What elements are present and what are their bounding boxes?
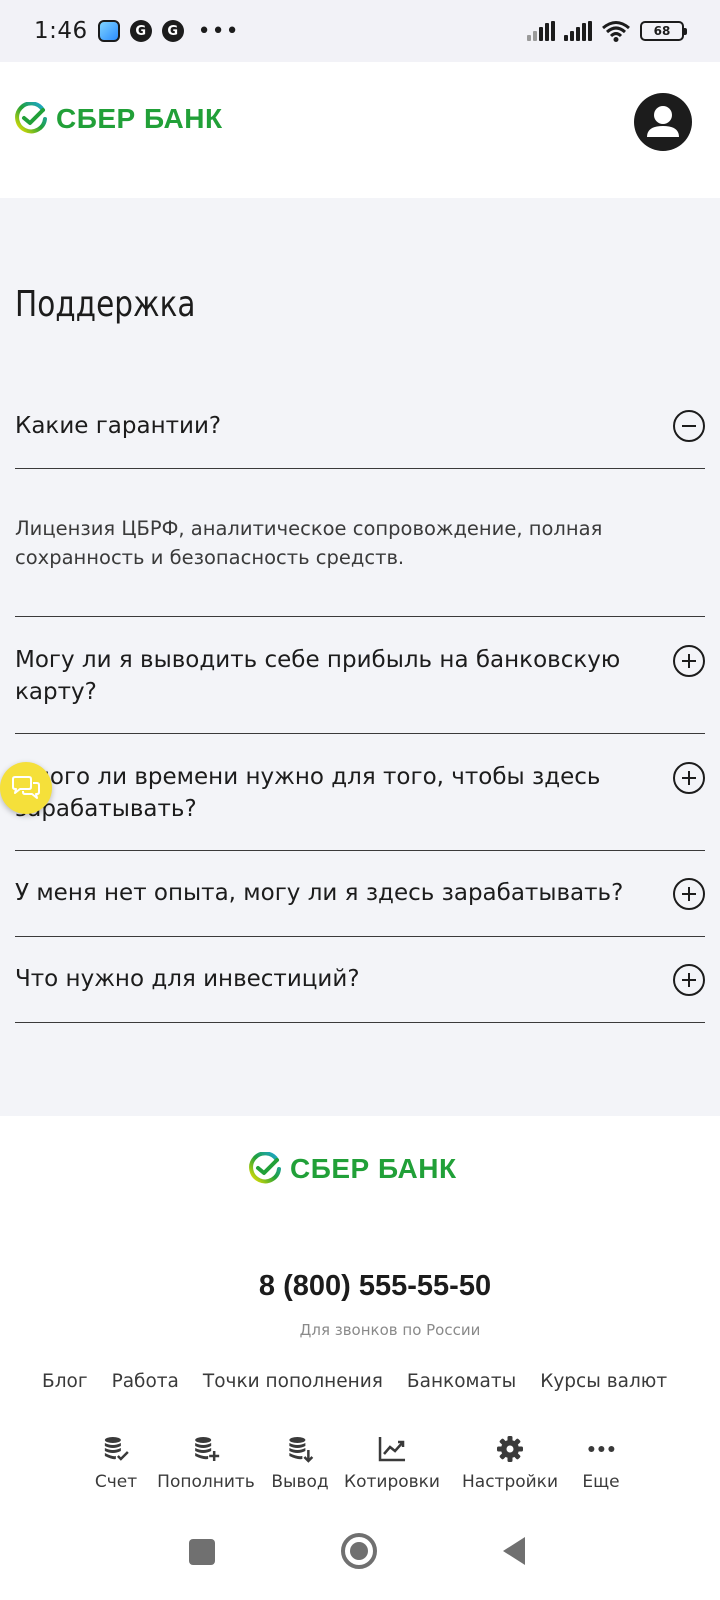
divider: [15, 936, 705, 937]
divider: [15, 616, 705, 617]
support-phone[interactable]: 8 (800) 555-55-50: [0, 1270, 720, 1303]
phone-note: Для звонков по России: [299, 1321, 481, 1339]
nav-label: Настройки: [461, 1472, 559, 1492]
g-notification-icon: G: [129, 20, 152, 42]
faq-answer: Лицензия ЦБРФ, аналитическое сопровожден…: [15, 517, 603, 569]
logo-text: СБЕР БАНК: [56, 103, 223, 134]
logo-text: СБЕР БАНК: [290, 1153, 457, 1184]
expand-icon[interactable]: [673, 964, 705, 996]
recents-button[interactable]: [188, 1538, 216, 1566]
battery-level: 68: [653, 24, 671, 38]
expand-icon[interactable]: [673, 762, 705, 794]
more-dots-icon: [588, 1446, 614, 1452]
footer-link-rates[interactable]: Курсы валют: [540, 1371, 667, 1392]
footer-link-atms[interactable]: Банкоматы: [407, 1371, 516, 1392]
footer-link-topup-points[interactable]: Точки пополнения: [203, 1371, 383, 1392]
nav-label: Вывод: [271, 1472, 329, 1492]
nav-item-settings[interactable]: Настройки: [462, 1432, 558, 1492]
nav-item-withdraw[interactable]: Вывод: [271, 1432, 329, 1492]
sber-logo-icon: [15, 102, 47, 134]
nav-item-more[interactable]: Еще: [582, 1432, 620, 1492]
footer-sber-logo[interactable]: СБЕР БАНК: [248, 1152, 457, 1186]
bottom-nav: Счет Пополнить Вывод Котировки Настройки…: [0, 1432, 720, 1512]
sber-logo[interactable]: СБЕР БАНК: [14, 102, 223, 136]
chat-icon: [12, 776, 40, 799]
expand-icon[interactable]: [673, 878, 705, 910]
signal-icon: [527, 21, 555, 41]
nav-label: Котировки: [344, 1472, 440, 1492]
faq-question: Какие гарантии?: [15, 413, 222, 439]
footer-link-blog[interactable]: Блог: [42, 1371, 88, 1392]
gear-icon: [496, 1436, 523, 1462]
nav-label: Еще: [582, 1472, 620, 1492]
signal-icon-2: [564, 21, 592, 41]
page-title: Поддержка: [15, 284, 196, 325]
back-button[interactable]: [500, 1535, 528, 1567]
system-navigation-bar: [0, 1508, 720, 1600]
app-notification-icon: [97, 20, 120, 42]
coins-download-icon: [288, 1437, 313, 1463]
nav-item-account[interactable]: Счет: [95, 1432, 137, 1492]
profile-avatar[interactable]: [634, 93, 692, 151]
nav-item-quotes[interactable]: Котировки: [344, 1432, 440, 1492]
expand-icon[interactable]: [673, 645, 705, 677]
faq-question: У меня нет опыта, могу ли я здесь зараба…: [15, 880, 624, 906]
g-notification-icon-2: G: [161, 20, 184, 42]
faq-item[interactable]: Могу ли я выводить себе прибыль на банко…: [15, 642, 705, 712]
divider: [15, 850, 705, 851]
status-right: 68: [527, 0, 687, 62]
more-notifications-icon: •••: [197, 18, 240, 44]
wifi-icon: [602, 21, 630, 42]
header: СБЕР БАНК: [0, 62, 720, 198]
nav-item-topup[interactable]: Пополнить: [157, 1432, 255, 1492]
chart-line-icon: [378, 1437, 405, 1462]
nav-label: Счет: [94, 1472, 138, 1492]
footer-links: Блог Работа Точки пополнения Банкоматы К…: [42, 1371, 667, 1392]
status-bar: 1:46 G G ••• 68: [0, 0, 720, 62]
faq-question: Могу ли я выводить себе прибыль на банко…: [15, 647, 621, 705]
battery-icon: 68: [640, 21, 687, 41]
nav-label: Пополнить: [157, 1472, 255, 1492]
user-icon: [647, 106, 679, 137]
coins-check-icon: [105, 1437, 129, 1461]
faq-item[interactable]: Много ли времени нужно для того, чтобы з…: [15, 759, 705, 829]
divider: [15, 733, 705, 734]
sber-logo-icon: [249, 1152, 281, 1184]
home-button[interactable]: [340, 1532, 378, 1570]
notification-icons: G G •••: [97, 18, 240, 44]
faq-item[interactable]: Что нужно для инвестиций?: [15, 963, 705, 1003]
faq-item[interactable]: Какие гарантии?: [15, 408, 705, 448]
faq-question: Много ли времени нужно для того, чтобы з…: [15, 764, 601, 822]
status-time: 1:46: [34, 18, 88, 44]
chat-button[interactable]: [0, 762, 52, 814]
support-section: Поддержка Какие гарантии? Лицензия ЦБРФ,…: [0, 198, 720, 1116]
faq-item[interactable]: У меня нет опыта, могу ли я здесь зараба…: [15, 877, 705, 917]
coins-plus-icon: [195, 1437, 219, 1461]
divider: [15, 468, 705, 469]
divider: [15, 1022, 705, 1023]
footer-link-jobs[interactable]: Работа: [112, 1371, 179, 1392]
faq-question: Что нужно для инвестиций?: [15, 966, 360, 992]
collapse-icon[interactable]: [673, 410, 705, 442]
